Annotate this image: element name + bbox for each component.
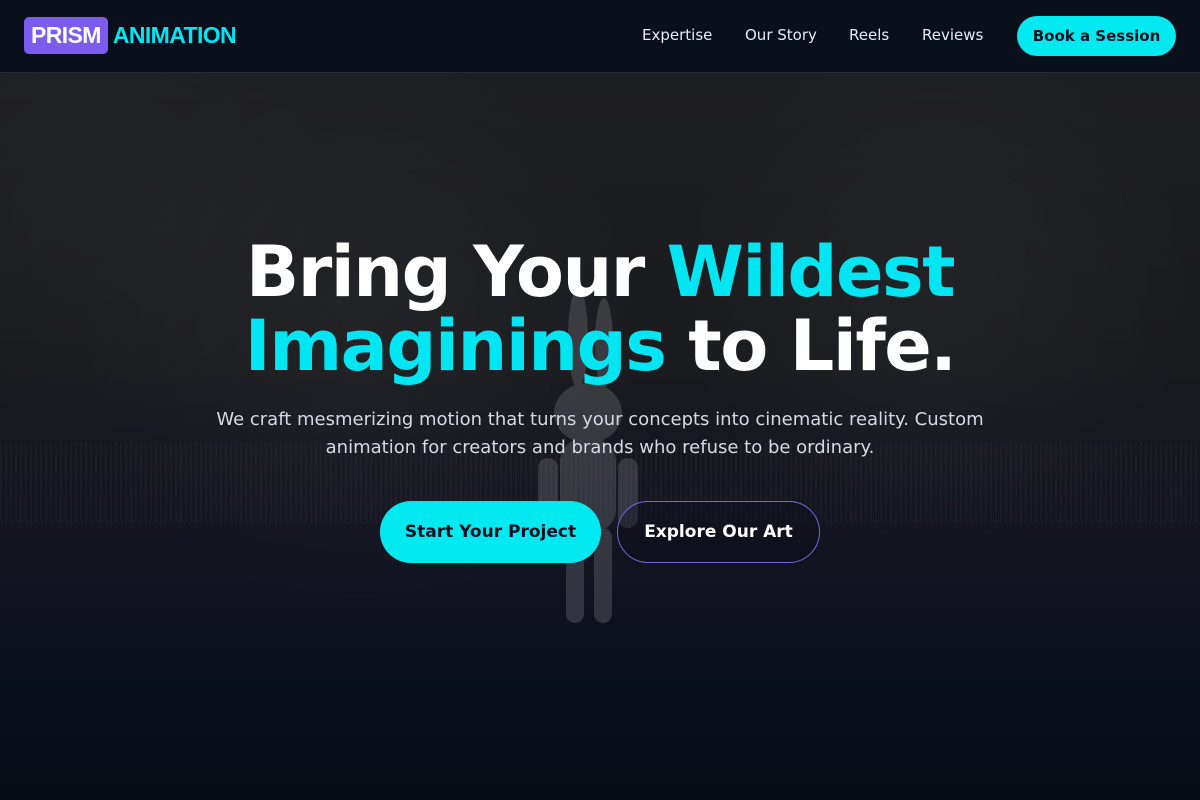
nav-link-our-story[interactable]: Our Story bbox=[745, 26, 817, 44]
nav-link-reels[interactable]: Reels bbox=[849, 26, 889, 44]
site-header: PRISM ANIMATION Expertise Our Story Reel… bbox=[0, 0, 1200, 73]
headline-accent-imaginings: Imaginings bbox=[244, 305, 667, 387]
logo-mark: PRISM bbox=[24, 17, 108, 54]
book-session-button[interactable]: Book a Session bbox=[1017, 16, 1176, 56]
hero-section: Bring Your Wildest Imaginings to Life. W… bbox=[0, 73, 1200, 800]
landing-page: PRISM ANIMATION Expertise Our Story Reel… bbox=[0, 0, 1200, 800]
brand-logo[interactable]: PRISM ANIMATION bbox=[24, 17, 237, 54]
logo-wordmark: ANIMATION bbox=[112, 22, 237, 48]
start-project-button[interactable]: Start Your Project bbox=[380, 501, 601, 563]
headline-accent-wildest: Wildest bbox=[666, 231, 956, 313]
headline-text-start: Bring Your bbox=[245, 231, 667, 313]
headline-text-end: to Life. bbox=[665, 305, 957, 387]
hero-headline: Bring Your Wildest Imaginings to Life. bbox=[0, 235, 1200, 383]
nav-link-expertise[interactable]: Expertise bbox=[642, 26, 712, 44]
nav-link-reviews[interactable]: Reviews bbox=[922, 26, 983, 44]
hero-subtitle: We craft mesmerizing motion that turns y… bbox=[216, 409, 984, 458]
explore-art-button[interactable]: Explore Our Art bbox=[617, 501, 820, 563]
